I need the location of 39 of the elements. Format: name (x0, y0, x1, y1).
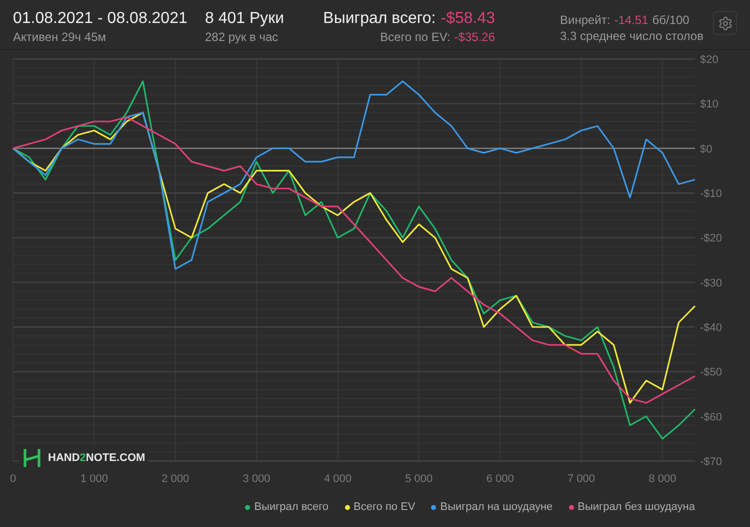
x-tick-label: 7 000 (568, 473, 596, 485)
legend-label[interactable]: Выиграл на шоудауне (440, 499, 553, 516)
x-tick-label: 2 000 (162, 473, 190, 485)
x-tick-label: 5 000 (405, 473, 433, 485)
x-tick-label: 0 (10, 473, 16, 485)
y-tick-label: $0 (700, 143, 712, 156)
y-tick-label: -$70 (700, 456, 722, 468)
x-tick-label: 1 000 (80, 473, 108, 485)
y-tick-label: -$10 (700, 188, 722, 200)
legend-label[interactable]: Всего по EV (354, 499, 416, 516)
ev-label: Всего по EV: (380, 29, 450, 45)
x-tick-label: 4 000 (324, 473, 352, 485)
hands-count: 8 401 Руки (205, 9, 286, 29)
logo-text: HAND2NOTE.COM (48, 450, 146, 466)
legend-label[interactable]: Выиграл без шоудауна (578, 499, 695, 516)
settings-button[interactable] (713, 11, 737, 35)
won-value: -$58.43 (440, 9, 495, 29)
y-tick-label: $10 (700, 98, 718, 111)
x-tick-label: 3 000 (242, 473, 270, 485)
active-time: Активен 29ч 45м (13, 29, 107, 45)
y-tick-label: -$50 (700, 366, 722, 379)
y-tick-label: $20 (700, 54, 718, 66)
hands-per-hour: 282 рук в час (205, 29, 280, 45)
y-tick-label: -$60 (700, 411, 722, 424)
x-tick-label: 8 000 (648, 473, 676, 485)
y-tick-label: -$40 (700, 322, 722, 334)
logo-icon (22, 448, 42, 468)
y-tick-label: -$30 (700, 277, 722, 290)
legend-label[interactable]: Выиграл всего (254, 499, 329, 516)
winrate-label: Винрейт: (560, 12, 610, 28)
ev-value: -$35.26 (454, 29, 495, 45)
winrate-value: -14.51 (614, 12, 648, 28)
settings-icon (718, 16, 732, 30)
date-range: 01.08.2021 - 08.08.2021 (13, 9, 188, 29)
average-tables: 3.3 среднее число столов (560, 28, 710, 44)
y-tick-label: -$20 (700, 232, 722, 245)
winrate-unit: бб/100 (652, 12, 690, 28)
x-tick-label: 6 000 (486, 473, 514, 485)
won-label: Выиграл всего: (323, 9, 436, 29)
